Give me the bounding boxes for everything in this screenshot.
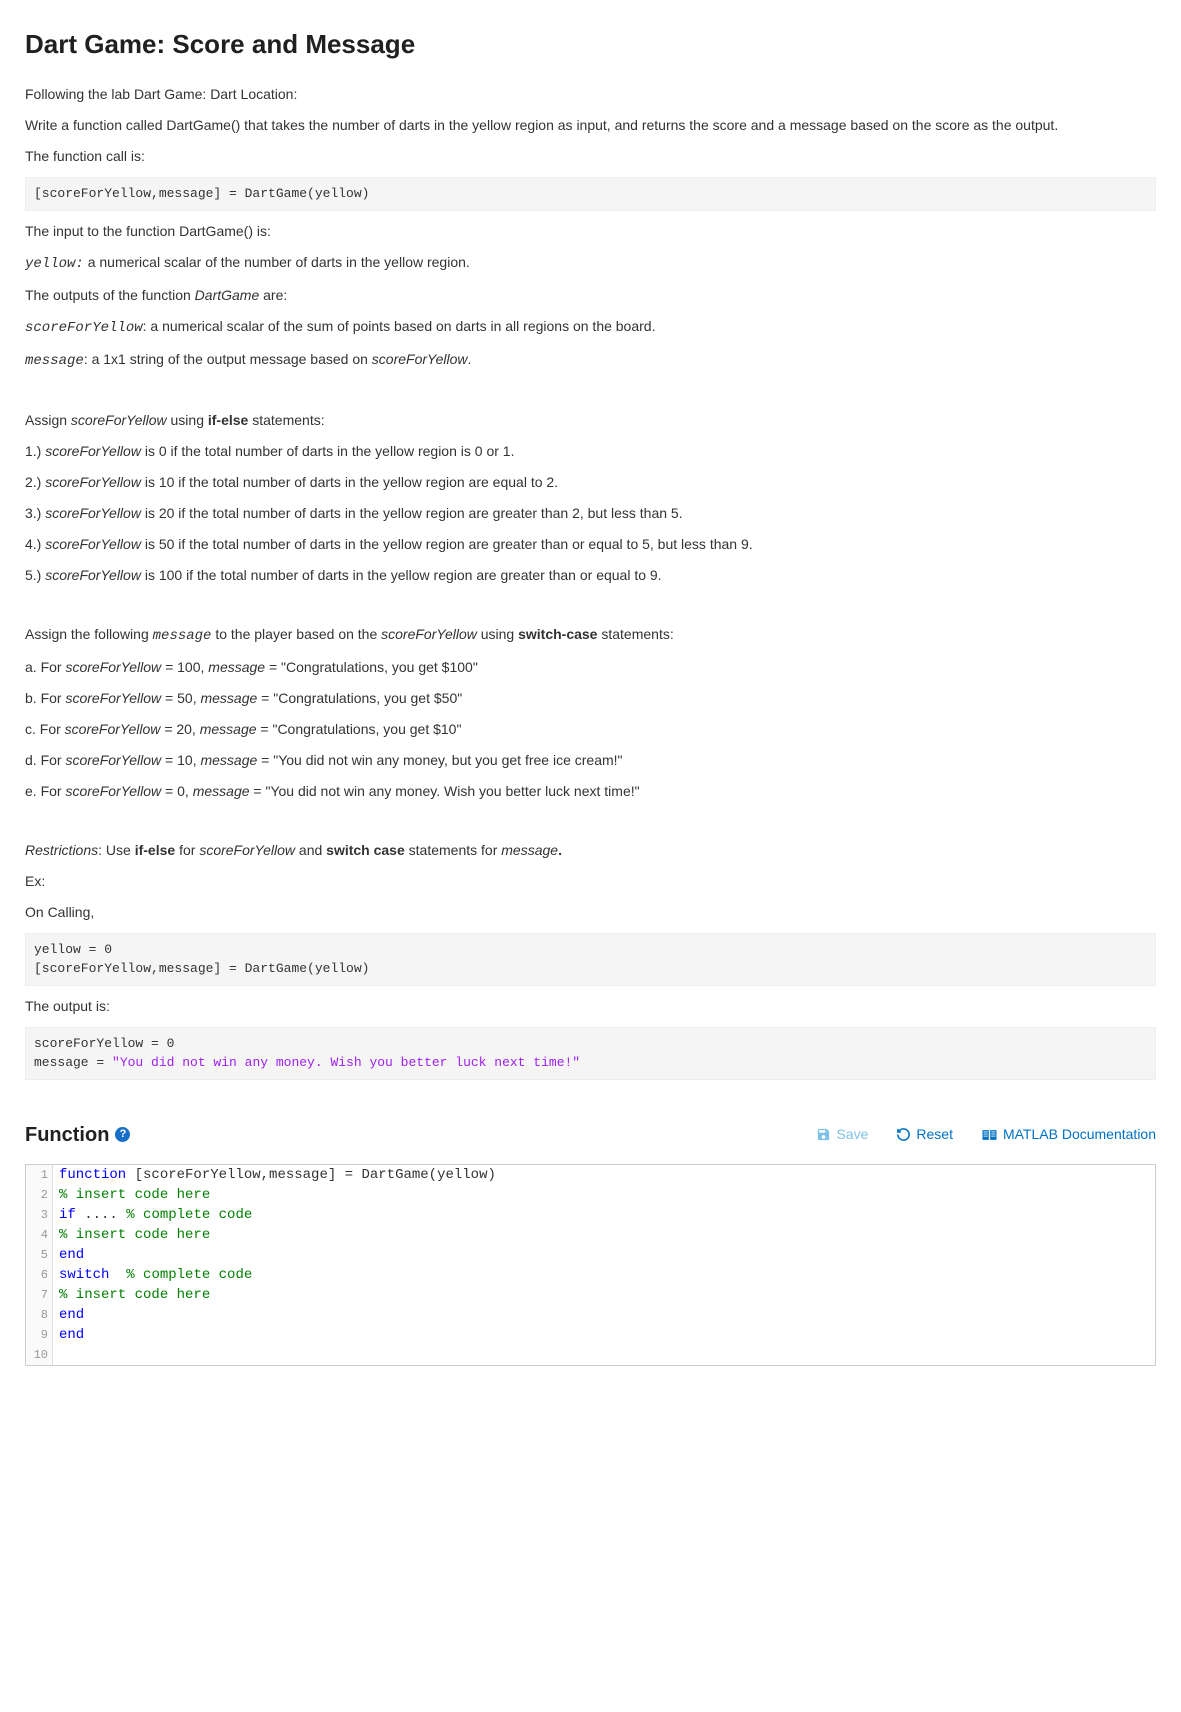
rule-5: 5.) scoreForYellow is 100 if the total n… [25,565,1156,586]
editor-line[interactable]: 1function [scoreForYellow,message] = Dar… [26,1165,1155,1185]
editor-line[interactable]: 7% insert code here [26,1285,1155,1305]
editor-line[interactable]: 8end [26,1305,1155,1325]
book-icon [981,1128,998,1142]
editor-line[interactable]: 6switch % complete code [26,1265,1155,1285]
line-number: 8 [26,1305,53,1325]
line-number: 9 [26,1325,53,1345]
input-hdr: The input to the function DartGame() is: [25,221,1156,242]
output-sfy: scoreForYellow: a numerical scalar of th… [25,316,1156,339]
line-code[interactable]: switch % complete code [53,1265,258,1285]
editor-line[interactable]: 3if .... % complete code [26,1205,1155,1225]
rule-3: 3.) scoreForYellow is 20 if the total nu… [25,503,1156,524]
case-d: d. For scoreForYellow = 10, message = "Y… [25,750,1156,771]
case-c: c. For scoreForYellow = 20, message = "C… [25,719,1156,740]
line-code[interactable]: end [53,1245,90,1265]
save-button[interactable]: Save [816,1124,868,1145]
code-example-out: scoreForYellow = 0 message = "You did no… [25,1027,1156,1080]
code-editor[interactable]: 1function [scoreForYellow,message] = Dar… [25,1164,1156,1366]
intro-1: Following the lab Dart Game: Dart Locati… [25,84,1156,105]
line-number: 2 [26,1185,53,1205]
page-title: Dart Game: Score and Message [25,25,1156,64]
restrictions: Restrictions: Use if-else for scoreForYe… [25,840,1156,861]
reset-button[interactable]: Reset [896,1124,953,1145]
output-hdr: The outputs of the function DartGame are… [25,285,1156,306]
line-number: 5 [26,1245,53,1265]
save-label: Save [836,1124,868,1145]
function-actions: Save Reset MATLAB Documentation [816,1124,1156,1145]
case-a: a. For scoreForYellow = 100, message = "… [25,657,1156,678]
line-code[interactable]: end [53,1325,90,1345]
line-code[interactable]: if .... % complete code [53,1205,258,1225]
editor-line[interactable]: 4% insert code here [26,1225,1155,1245]
output-msg: message: a 1x1 string of the output mess… [25,349,1156,372]
yellow-desc: a numerical scalar of the number of dart… [84,254,470,270]
intro-2: Write a function called DartGame() that … [25,115,1156,136]
reset-icon [896,1127,911,1142]
line-code[interactable]: end [53,1305,90,1325]
case-b: b. For scoreForYellow = 50, message = "C… [25,688,1156,709]
save-icon [816,1127,831,1142]
input-yellow: yellow: a numerical scalar of the number… [25,252,1156,275]
doc-link[interactable]: MATLAB Documentation [981,1124,1156,1145]
code-funccall: [scoreForYellow,message] = DartGame(yell… [25,177,1156,211]
line-code[interactable] [53,1345,65,1365]
line-number: 7 [26,1285,53,1305]
on-calling: On Calling, [25,902,1156,923]
assign-msg-hdr: Assign the following message to the play… [25,624,1156,647]
line-number: 1 [26,1165,53,1185]
output-is: The output is: [25,996,1156,1017]
line-code[interactable]: function [scoreForYellow,message] = Dart… [53,1165,502,1185]
rule-4: 4.) scoreForYellow is 50 if the total nu… [25,534,1156,555]
line-code[interactable]: % insert code here [53,1185,216,1205]
line-number: 3 [26,1205,53,1225]
line-number: 10 [26,1345,53,1365]
function-header: Function ? Save Reset MATLAB Documentati… [25,1120,1156,1150]
line-code[interactable]: % insert code here [53,1225,216,1245]
editor-line[interactable]: 9end [26,1325,1155,1345]
rule-1: 1.) scoreForYellow is 0 if the total num… [25,441,1156,462]
ex-label: Ex: [25,871,1156,892]
editor-line[interactable]: 2% insert code here [26,1185,1155,1205]
editor-line[interactable]: 5end [26,1245,1155,1265]
line-code[interactable]: % insert code here [53,1285,216,1305]
function-title: Function ? [25,1120,130,1150]
code-example-in: yellow = 0 [scoreForYellow,message] = Da… [25,933,1156,986]
help-icon[interactable]: ? [115,1127,130,1142]
reset-label: Reset [916,1124,953,1145]
line-number: 4 [26,1225,53,1245]
assign-sfy-hdr: Assign scoreForYellow using if-else stat… [25,410,1156,431]
editor-line[interactable]: 10 [26,1345,1155,1365]
intro-3: The function call is: [25,146,1156,167]
yellow-label: yellow: [25,256,84,272]
doc-label: MATLAB Documentation [1003,1124,1156,1145]
line-number: 6 [26,1265,53,1285]
rule-2: 2.) scoreForYellow is 10 if the total nu… [25,472,1156,493]
case-e: e. For scoreForYellow = 0, message = "Yo… [25,781,1156,802]
